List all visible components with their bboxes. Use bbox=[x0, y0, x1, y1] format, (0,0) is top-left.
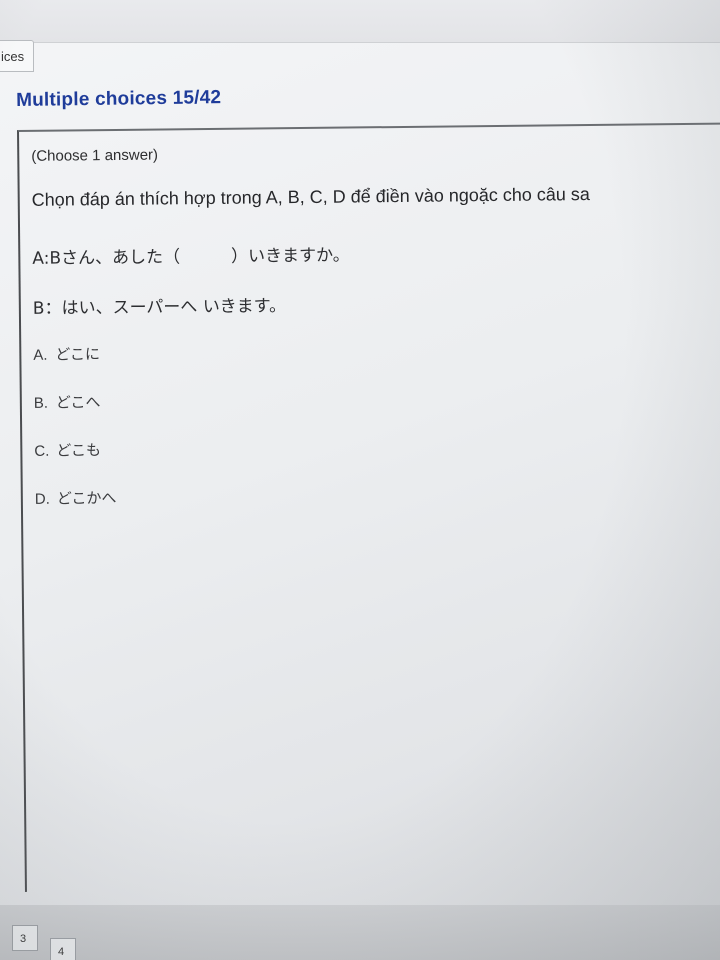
option-letter: B. bbox=[33, 394, 49, 412]
option-text: どこへ bbox=[55, 393, 101, 412]
answer-option-c[interactable]: C. どこも bbox=[34, 439, 101, 461]
option-letter: D. bbox=[34, 490, 50, 508]
answer-option-d[interactable]: D. どこかへ bbox=[35, 487, 117, 509]
option-text: どこに bbox=[55, 345, 101, 364]
page-button-4[interactable]: 4 bbox=[50, 938, 76, 960]
question-prompt: Chọn đáp án thích hợp trong A, B, C, D đ… bbox=[31, 184, 590, 210]
option-text: どこかへ bbox=[56, 488, 117, 508]
option-letter: C. bbox=[34, 442, 50, 460]
dialogue-line-a: A:Bさん、あした（ ）いきますか。 bbox=[32, 245, 350, 269]
section-tab-label: ices bbox=[1, 49, 25, 64]
top-toolbar-strip bbox=[0, 0, 720, 43]
question-instruction: (Choose 1 answer) bbox=[31, 146, 159, 165]
page-button-3[interactable]: 3 bbox=[12, 925, 38, 951]
bottom-pagination-bar bbox=[0, 905, 720, 960]
section-tab[interactable]: ices bbox=[0, 40, 34, 72]
question-panel: (Choose 1 answer) Chọn đáp án thích hợp … bbox=[17, 122, 720, 892]
option-letter: A. bbox=[33, 346, 48, 364]
page-title: Multiple choices 15/42 bbox=[16, 87, 222, 111]
answer-option-b[interactable]: B. どこへ bbox=[34, 391, 101, 413]
answer-option-a[interactable]: A. どこに bbox=[33, 343, 100, 365]
dialogue-line-b: B：はい、スーパーへ いきます。 bbox=[32, 296, 287, 319]
screen: ices Multiple choices 15/42 (Choose 1 an… bbox=[0, 0, 720, 960]
option-text: どこも bbox=[56, 441, 102, 460]
